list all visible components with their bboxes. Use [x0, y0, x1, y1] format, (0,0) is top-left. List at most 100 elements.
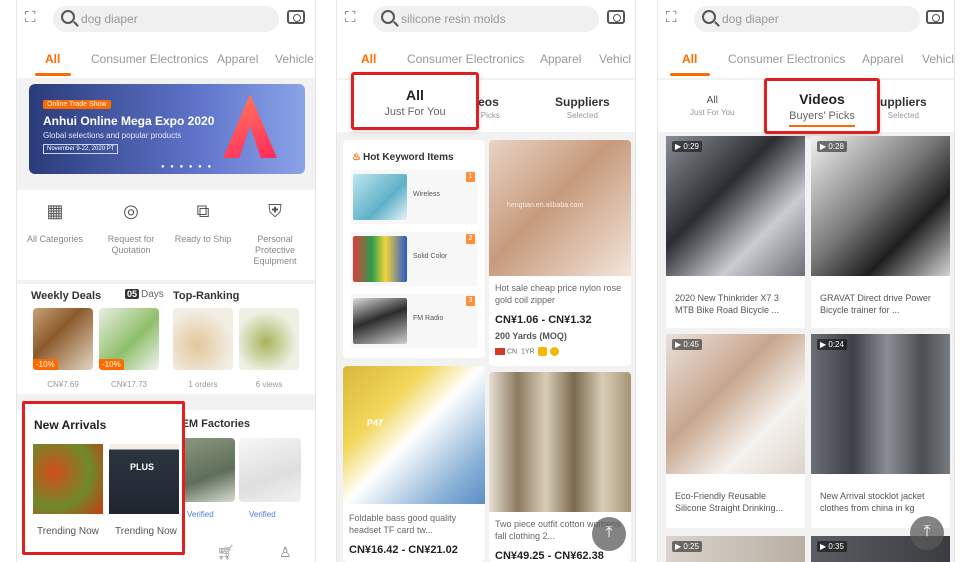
duration-text: 0:35 [828, 542, 844, 551]
arrow-up-icon[interactable]: ⤒ [592, 517, 626, 551]
quick-link-rfq[interactable]: ◎ Request for Quotation [95, 200, 167, 256]
top-ranking-title[interactable]: Top-Ranking [173, 290, 239, 302]
deal-price: CN¥17.73 [110, 380, 148, 389]
tab-consumer-electronics[interactable]: Consumer Electronics [407, 52, 524, 66]
tab-videos[interactable]: eos ' Picks [477, 95, 500, 120]
camera-icon[interactable] [607, 10, 625, 24]
oem-product-image[interactable] [239, 438, 301, 502]
video-thumbnail[interactable]: ▶ 0:24 [811, 334, 950, 474]
search-icon [381, 10, 395, 24]
tab-all[interactable]: All [361, 52, 376, 66]
promo-banner[interactable]: Online Trade Show Anhui Online Mega Expo… [29, 84, 305, 174]
rank-badge: 3 [466, 296, 475, 306]
verified-label: Verified [249, 510, 276, 519]
bag-label: PLUS [130, 462, 155, 472]
video-thumbnail[interactable]: ▶ 0:28 [811, 136, 950, 276]
video-caption-card[interactable]: 2020 New Thinkrider X7 3 MTB Bike Road B… [666, 276, 805, 328]
deal-product-image[interactable]: -10% [99, 308, 159, 370]
tab-title: All [706, 95, 718, 106]
new-arrival-image[interactable] [33, 444, 103, 514]
new-arrivals-title[interactable]: New Arrivals [34, 418, 106, 432]
camera-icon[interactable] [926, 10, 944, 24]
tab-apparel[interactable]: Apparel [862, 52, 903, 66]
camera-icon[interactable] [287, 10, 305, 24]
tab-title: eos [478, 95, 499, 109]
tab-apparel[interactable]: Apparel [217, 52, 258, 66]
search-input[interactable]: dog diaper [694, 6, 920, 32]
days-label: Days [141, 289, 164, 300]
banner-title: Anhui Online Mega Expo 2020 [43, 114, 215, 128]
product-card[interactable]: hengtian.en.alibaba.com Hot sale cheap p… [489, 140, 631, 366]
quick-links: ▦ All Categories ◎ Request for Quotation… [17, 190, 315, 280]
product-title: Hot sale cheap price nylon rose gold coi… [495, 283, 622, 305]
category-tabs: All Consumer Electronics Apparel Vehicle [658, 40, 954, 78]
video-thumbnail[interactable]: ▶ 0:25 [666, 536, 805, 562]
weekly-deals-title[interactable]: Weekly Deals [31, 290, 101, 302]
tab-videos-buyers-picks[interactable]: Videos Buyers' Picks [764, 78, 880, 134]
product-price: CN¥1.06 - CN¥1.32 [495, 314, 592, 326]
search-input[interactable]: silicone resin molds [373, 6, 599, 32]
tab-vehicle[interactable]: Vehicle [922, 52, 954, 66]
scan-icon[interactable]: ⛶ [345, 10, 361, 26]
video-caption-card[interactable]: GRAVAT Direct drive Power Bicycle traine… [811, 276, 950, 328]
quick-link-ppe[interactable]: ⛨ Personal Protective Equipment [239, 200, 311, 267]
hot-keyword-item[interactable]: Solid Color 2 [351, 232, 477, 286]
tab-consumer-electronics[interactable]: Consumer Electronics [728, 52, 845, 66]
video-thumbnail[interactable]: ▶ 0:45 [666, 334, 805, 474]
hot-keyword-title: ♨ Hot Keyword Items [352, 152, 454, 163]
tab-all[interactable]: All Just For You [690, 95, 734, 117]
tab-apparel[interactable]: Apparel [540, 52, 581, 66]
tab-vehicle[interactable]: Vehicl [599, 52, 631, 66]
tab-vehicle[interactable]: Vehicle [275, 52, 314, 66]
tab-subtitle: Just For You [384, 106, 446, 118]
tab-all[interactable]: All [682, 52, 697, 66]
product-card[interactable]: Two piece outfit cotton womens fall clot… [489, 372, 631, 562]
quick-link-ready-to-ship[interactable]: ⧉ Ready to Ship [167, 200, 239, 245]
hot-keyword-item[interactable]: Wireless 1 [351, 170, 477, 224]
carousel-dots[interactable]: ● ● ● ● ● ● [161, 164, 213, 170]
tab-subtitle: Selected [566, 111, 598, 120]
top-bar: ⛶ dog diaper [658, 0, 954, 40]
arrow-up-icon[interactable]: ⤒ [910, 516, 944, 550]
tab-consumer-electronics[interactable]: Consumer Electronics [91, 52, 208, 66]
new-arrival-caption: Trending Now [37, 526, 99, 537]
tab-all-just-for-you[interactable]: All Just For You [351, 72, 479, 130]
video-caption-card[interactable]: Eco-Friendly Reusable Silicone Straight … [666, 474, 805, 528]
search-icon [61, 10, 75, 24]
search-placeholder: silicone resin molds [401, 12, 506, 26]
profile-icon[interactable]: ♙ [279, 544, 292, 561]
fire-icon: ♨ [352, 152, 361, 163]
new-arrival-image[interactable]: PLUS [109, 444, 179, 514]
deal-product-image[interactable]: -10% [33, 308, 93, 370]
duration-text: 0:45 [683, 340, 699, 349]
target-icon: ◎ [123, 201, 139, 221]
quick-link-all-categories[interactable]: ▦ All Categories [19, 200, 91, 245]
ranking-product-image[interactable] [239, 308, 299, 370]
ranking-caption: 1 orders [188, 380, 218, 389]
duration-text: 0:24 [828, 340, 844, 349]
scan-icon[interactable]: ⛶ [25, 10, 41, 26]
product-brand: P47 [367, 418, 384, 428]
tab-subtitle: Buyers' Picks [789, 110, 855, 122]
discount-badge: -10% [33, 359, 58, 370]
verified-label: Verified [187, 510, 214, 519]
product-price: CN¥16.42 - CN¥21.02 [349, 544, 458, 556]
hot-keyword-item[interactable]: FM Radio 3 [351, 294, 477, 348]
ranking-product-image[interactable] [173, 308, 233, 370]
scan-icon[interactable]: ⛶ [666, 10, 682, 26]
product-image: hengtian.en.alibaba.com [489, 140, 631, 276]
tab-suppliers[interactable]: uppliers Selected [880, 95, 927, 120]
tab-all[interactable]: All [45, 52, 60, 66]
video-thumbnail[interactable]: ▶ 0:29 [666, 136, 805, 276]
keyword-image [353, 298, 407, 344]
product-image: P47 [343, 366, 485, 504]
cart-icon[interactable]: 🛒︎ [217, 544, 235, 561]
ranking-caption: 6 views [255, 380, 283, 389]
search-input[interactable]: dog diaper [53, 6, 279, 32]
video-duration: ▶ 0:24 [817, 339, 847, 350]
video-title: 2020 New Thinkrider X7 3 MTB Bike Road B… [675, 293, 780, 315]
tab-title: All [406, 87, 424, 103]
product-card[interactable]: P47 Foldable bass good quality headset T… [343, 366, 485, 562]
tab-suppliers[interactable]: Suppliers Selected [555, 95, 610, 120]
search-icon [702, 10, 716, 24]
